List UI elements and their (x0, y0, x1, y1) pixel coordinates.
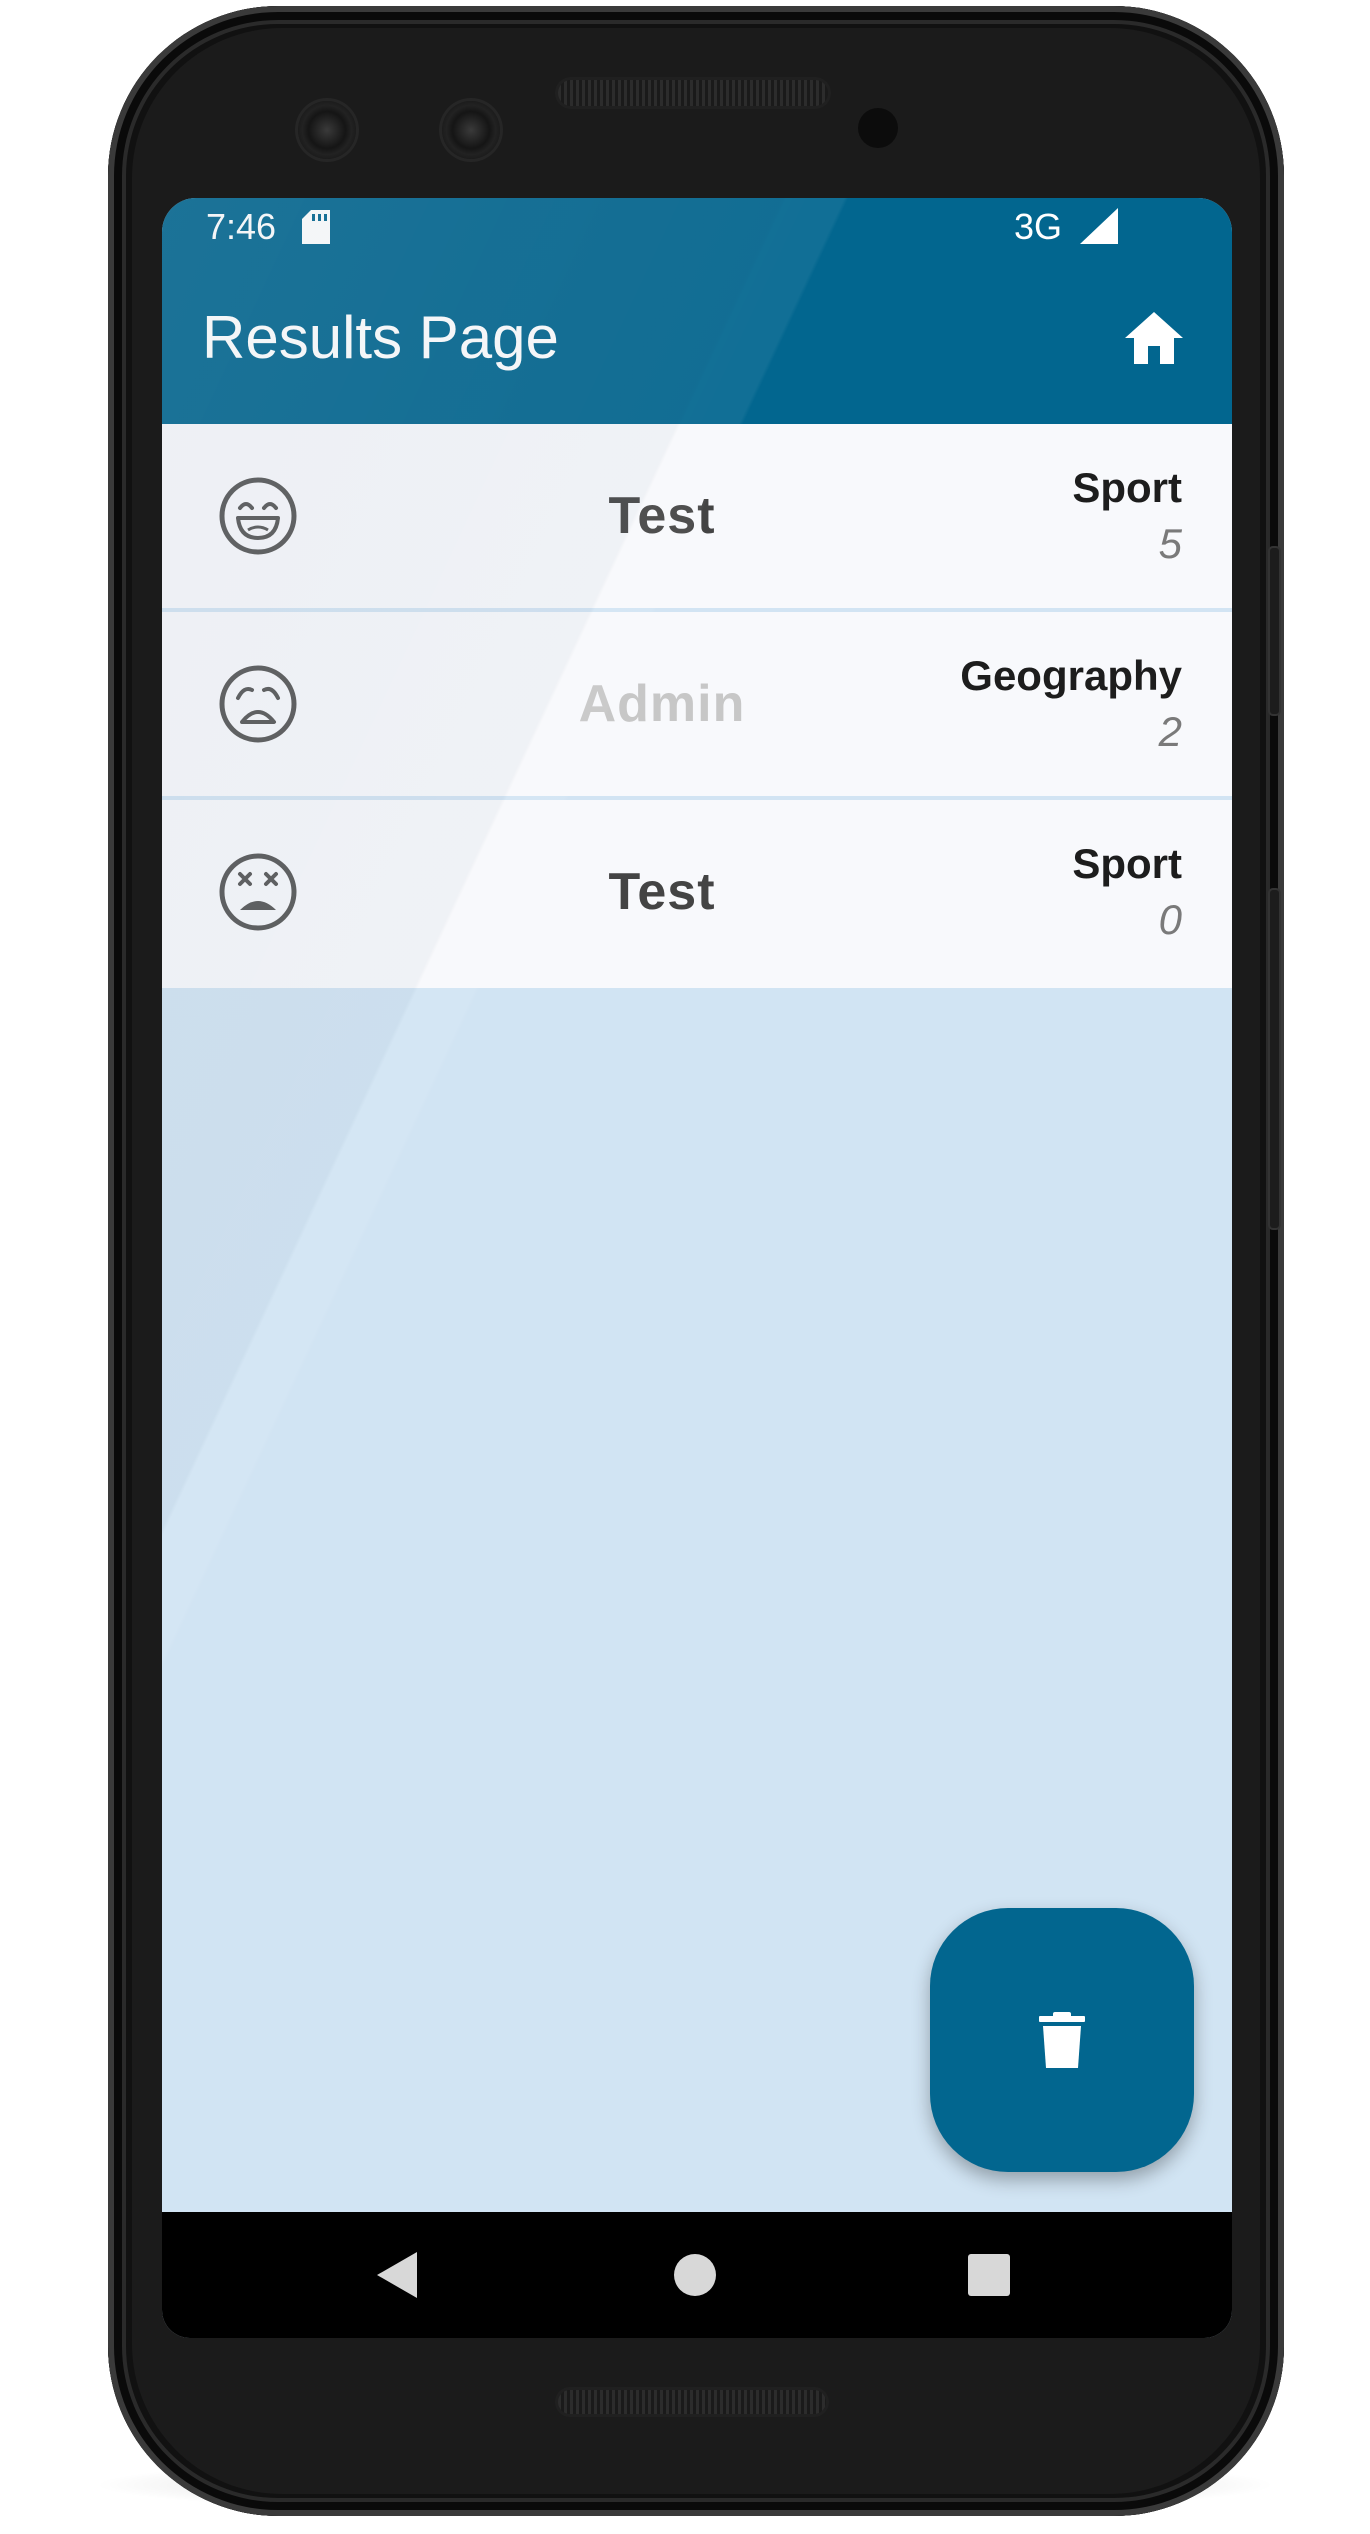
quiz-score: 5 (1158, 520, 1182, 567)
earpiece-speaker (558, 80, 828, 106)
user-name: Test (608, 863, 716, 921)
dizzy-face-icon (218, 852, 298, 932)
quiz-category: Geography (960, 652, 1182, 699)
signal-icon (1080, 208, 1118, 244)
home-button[interactable] (1114, 302, 1194, 374)
result-item[interactable]: Test Sport 5 (162, 424, 1232, 612)
user-name: Test (608, 487, 716, 545)
front-camera-right (442, 101, 500, 159)
home-circle-icon (674, 2254, 716, 2296)
network-type: 3G (1013, 206, 1062, 247)
nav-back-button[interactable] (370, 2248, 424, 2302)
sd-card-icon (302, 210, 330, 244)
grinning-face-icon (218, 476, 298, 556)
user-name: Admin (578, 675, 746, 733)
quiz-category: Sport (1072, 840, 1182, 887)
status-bar: 7:46 3G (162, 198, 1232, 262)
bottom-speaker (558, 2390, 826, 2414)
volume-button (1270, 890, 1279, 1228)
recents-icon (968, 2254, 1010, 2296)
weary-face-icon (218, 664, 298, 744)
power-button (1270, 548, 1279, 714)
back-icon (377, 2252, 417, 2298)
delete-results-button[interactable] (930, 1908, 1194, 2172)
result-item[interactable]: Admin Geography 2 (162, 612, 1232, 800)
quiz-score: 0 (1158, 896, 1182, 943)
proximity-sensor (858, 108, 898, 148)
quiz-score: 2 (1158, 708, 1182, 755)
trash-icon (1039, 2012, 1085, 2068)
nav-recents-button[interactable] (962, 2248, 1016, 2302)
quiz-category: Sport (1072, 464, 1182, 511)
front-camera-left (298, 101, 356, 159)
results-list: Test Sport 5 Admin Geography 2 Test Spor… (162, 424, 1232, 988)
system-nav-bar (162, 2212, 1232, 2338)
app-header: 7:46 3G Results Page (162, 198, 1232, 424)
status-time: 7:46 (206, 206, 277, 247)
home-icon (1125, 312, 1183, 364)
result-item[interactable]: Test Sport 0 (162, 800, 1232, 988)
page-title: Results Page (202, 304, 559, 371)
nav-home-button[interactable] (668, 2248, 722, 2302)
screen: 7:46 3G Results Page Test Sport 5 Admin … (162, 198, 1232, 2338)
